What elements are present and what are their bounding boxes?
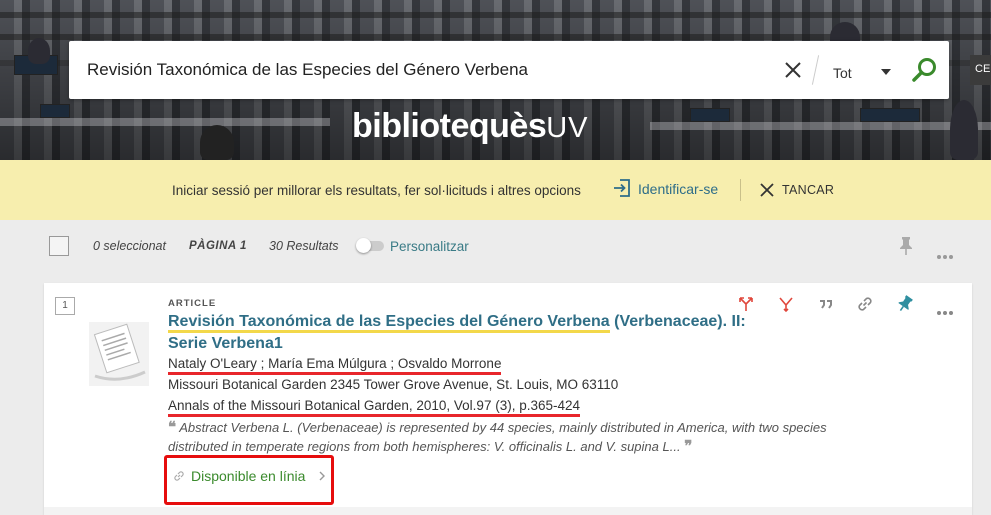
result-title[interactable]: Revisión Taxonómica de las Especies del … [168, 311, 768, 355]
site-logo[interactable]: bibliotequèsUV [352, 107, 589, 146]
select-all-checkbox[interactable] [49, 236, 69, 256]
result-abstract: ❝ Abstract Verbena L. (Verbenaceae) is r… [168, 418, 878, 456]
results-count: 30 Resultats [269, 239, 339, 253]
chevron-down-icon[interactable] [881, 69, 891, 75]
sign-in-icon[interactable] [613, 178, 631, 198]
hero-decoration [28, 38, 50, 64]
resource-type: ARTICLE [168, 298, 217, 309]
more-icon[interactable] [937, 300, 955, 319]
availability-highlight: Disponible en línia [164, 455, 334, 505]
cite-icon[interactable] [817, 295, 835, 313]
hero-decoration [860, 108, 920, 122]
quote-close-icon: ❞ [684, 438, 693, 455]
hero-header: Revisión Taxonómica de las Especies del … [0, 0, 991, 160]
hero-decoration [0, 118, 330, 126]
result-publisher: Missouri Botanical Garden 2345 Tower Gro… [168, 377, 619, 392]
toggle-knob [356, 238, 371, 253]
personalize-label[interactable]: Personalitzar [390, 239, 469, 254]
search-divider [811, 55, 820, 85]
search-input[interactable]: Revisión Taxonómica de las Especies del … [87, 60, 528, 80]
hero-decoration [650, 122, 991, 130]
link-icon [174, 471, 184, 481]
login-divider [740, 179, 741, 201]
authors-text: Nataly O'Leary ; María Ema Múlgura ; Osv… [168, 356, 502, 375]
availability-link[interactable]: Disponible en línia [191, 468, 305, 484]
permalink-icon[interactable] [856, 295, 874, 313]
citation-trail-icon[interactable] [777, 295, 795, 313]
pin-icon[interactable] [898, 236, 914, 256]
abstract-text: Abstract Verbena L. (Verbenaceae) is rep… [168, 420, 827, 454]
search-scope-select[interactable]: Tot [833, 65, 852, 81]
close-icon[interactable] [760, 183, 774, 197]
title-match[interactable]: Revisión Taxonómica de las Especies del … [168, 313, 610, 333]
search-bar: Revisión Taxonómica de las Especies del … [69, 41, 949, 99]
more-dot [937, 255, 941, 259]
page-indicator: PÀGINA 1 [189, 240, 247, 252]
logo-suffix: UV [546, 112, 589, 144]
close-banner-button[interactable]: TANCAR [782, 183, 834, 197]
quote-open-icon: ❝ [168, 419, 177, 436]
logo-main: bibliotequès [352, 107, 547, 145]
next-result-edge [44, 507, 972, 515]
more-dot [943, 255, 947, 259]
source-text: Annals of the Missouri Botanical Garden,… [168, 398, 581, 417]
hero-decoration [950, 100, 978, 160]
login-banner: Iniciar sessió per millorar els resultat… [0, 160, 991, 220]
more-dot [943, 311, 947, 315]
pin-icon[interactable] [896, 295, 914, 313]
chevron-right-icon[interactable] [317, 470, 327, 482]
result-number[interactable]: 1 [55, 297, 75, 315]
more-dot [949, 311, 953, 315]
hero-decoration [690, 108, 730, 122]
hero-decoration [40, 104, 70, 118]
side-tab[interactable]: CE [970, 55, 991, 85]
sign-in-link[interactable]: Identificar-se [638, 181, 718, 197]
selected-count: 0 seleccionat [93, 239, 166, 253]
more-icon[interactable] [937, 244, 955, 263]
personalize-toggle[interactable] [356, 238, 384, 253]
results-toolbar: 0 seleccionat PÀGINA 1 30 Resultats Pers… [0, 220, 991, 275]
clear-icon[interactable] [783, 60, 803, 80]
hero-decoration [0, 12, 991, 18]
result-card[interactable]: 1 ARTICLE Revisión Taxonómica de las Esp… [44, 283, 972, 515]
login-message: Iniciar sessió per millorar els resultat… [172, 183, 581, 198]
hero-decoration [200, 125, 234, 160]
article-icon [89, 322, 149, 386]
more-dot [949, 255, 953, 259]
result-source: Annals of the Missouri Botanical Garden,… [168, 398, 581, 417]
result-authors: Nataly O'Leary ; María Ema Múlgura ; Osv… [168, 356, 502, 375]
search-icon[interactable] [911, 56, 939, 84]
share-icon[interactable] [737, 295, 755, 313]
more-dot [937, 311, 941, 315]
